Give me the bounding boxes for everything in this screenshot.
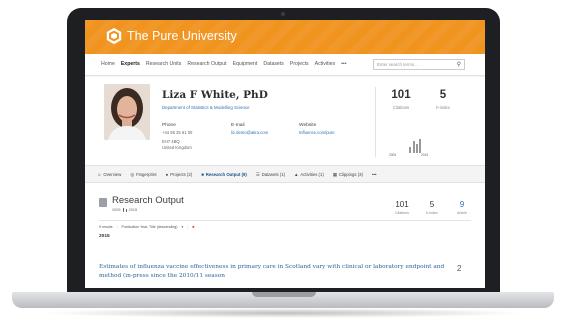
bar-icon [122, 208, 124, 212]
tab-activities[interactable]: ▲ Activities (1) [294, 172, 324, 178]
website-label: Website [299, 123, 317, 128]
tab-overview[interactable]: ☺ Overview [97, 172, 121, 178]
nav-item-equipment[interactable]: Equipment [233, 61, 258, 67]
publication-title-link[interactable]: Estimates of influenza vaccine effective… [99, 263, 449, 281]
chart-start-label: 2005 [389, 153, 397, 157]
ro-hindex-label: h-index [426, 211, 438, 215]
nav-item-datasets[interactable]: Datasets [263, 61, 283, 67]
hindex-count[interactable]: 5 [423, 89, 463, 101]
profile-card: Liza F White, PhD Department of Statisti… [85, 77, 485, 165]
tab-datasets[interactable]: ☰ Datasets (1) [256, 172, 285, 178]
nav-item-[interactable]: ••• [341, 61, 346, 67]
camera-icon [281, 12, 285, 16]
screen: The Pure University Home Experts Research … [85, 20, 485, 288]
fingerprint-icon: ◎ [130, 172, 135, 177]
projects-icon: ● [165, 172, 169, 177]
profile-name: Liza F White, PhD [162, 89, 268, 101]
hindex-label: h-index [436, 105, 450, 110]
chart-bar [416, 144, 418, 153]
tab-label: ••• [372, 172, 377, 177]
citations-label: Citations [392, 105, 410, 110]
nav-item-activities[interactable]: Activities [315, 61, 335, 67]
metrics-divider [375, 87, 376, 157]
tab-fingerprint[interactable]: ◎ Fingerprint [130, 172, 156, 178]
year-to: 2015 [128, 208, 138, 212]
nav-item-experts[interactable]: Experts [121, 61, 140, 67]
phone-value: +44 56 25 61 00 EH7 4BQ United Kingdom [162, 130, 192, 151]
nav-item-home[interactable]: Home [101, 61, 115, 67]
website-link[interactable]: Influence.com/pure [299, 130, 335, 136]
research-output-title: Research Output [112, 195, 184, 206]
avatar [104, 84, 150, 140]
tab-label: Fingerprint [136, 172, 157, 177]
chart-bar [419, 139, 421, 153]
base-notch [252, 292, 316, 297]
results-count: 9 results [99, 225, 113, 229]
phone-number: +44 56 25 61 00 [162, 130, 193, 135]
publication-citation-count[interactable]: 2 [457, 264, 461, 273]
activities-icon: ▲ [294, 172, 299, 177]
chart-end-label: 2015 [421, 153, 429, 157]
pdf-icon[interactable]: ■ [192, 225, 194, 229]
nav-item-projects[interactable]: Projects [290, 61, 309, 67]
research-output-panel: Research Output 2005 2015 101 Citations … [85, 183, 485, 288]
search-input[interactable]: Enter search terms... ⚲ [373, 59, 465, 70]
profile-tabs: ☺ Overview ◎ Fingerprint ● Projects (2) ■ Resea… [85, 165, 485, 183]
tab-label: Clippings (3) [338, 172, 363, 177]
separator: | [187, 225, 189, 229]
search-icon[interactable]: ⚲ [457, 61, 461, 68]
nav-item-research-output[interactable]: Research Output [187, 61, 226, 67]
brand-title[interactable]: The Pure University [127, 29, 237, 43]
tab-clippings[interactable]: ▦ Clippings (3) [333, 172, 363, 178]
email-link[interactable]: liz.demo@atira.com [231, 130, 268, 136]
tab-research-output[interactable]: ■ Research Output (9) [201, 172, 247, 178]
nav-items: Home Experts Research Units Research Output… [101, 61, 347, 67]
filter-bar: 9 results | Publication Year, Title (des… [99, 225, 194, 229]
divider [99, 220, 471, 221]
logo-icon[interactable] [105, 27, 123, 45]
year-heading: 2015 [99, 234, 110, 239]
search-placeholder: Enter search terms... [377, 62, 418, 67]
bar-icon [125, 209, 127, 212]
tab-label: Datasets (1) [261, 172, 286, 177]
datasets-icon: ☰ [255, 172, 260, 177]
tab-label: Overview [103, 172, 122, 177]
tab-label: Activities (1) [300, 172, 324, 177]
citations-count[interactable]: 101 [381, 89, 421, 101]
nav-item-research-units[interactable]: Research Units [146, 61, 181, 67]
clippings-icon: ▦ [332, 172, 337, 177]
chart-bar [413, 141, 415, 153]
main-nav: Home Experts Research Units Research Output… [85, 54, 485, 76]
chart-bar [409, 147, 411, 153]
separator: | [116, 225, 118, 229]
person-icon: ☺ [97, 172, 102, 177]
laptop: The Pure University Home Experts Research … [0, 0, 566, 330]
ro-hindex-count[interactable]: 5 [417, 200, 447, 209]
activity-chart[interactable]: 2005 2015 [385, 137, 445, 157]
ro-citations-label: Citations [395, 211, 409, 215]
tab-label: Projects (2) [170, 172, 193, 177]
tab-more[interactable]: ••• [372, 172, 377, 178]
tab-items: ☺ Overview ◎ Fingerprint ● Projects (2) ■ Resea… [97, 172, 377, 178]
year-from: 2005 [112, 208, 121, 212]
book-icon [99, 198, 107, 207]
ro-articles-count[interactable]: 9 [447, 200, 477, 209]
department-link[interactable]: Department of Statistics & Modelling Sci… [162, 105, 250, 110]
laptop-base [12, 292, 554, 308]
tab-projects[interactable]: ● Projects (2) [166, 172, 193, 178]
year-range: 2005 2015 [112, 208, 137, 212]
ro-articles-label: Article [457, 211, 467, 215]
phone-label: Phone [162, 123, 176, 128]
address-line-2: United Kingdom [162, 145, 192, 150]
sort-dropdown[interactable]: Publication Year, Title (descending) [122, 225, 178, 229]
email-label: E-mail [231, 123, 245, 128]
header-bar: The Pure University [85, 20, 485, 54]
laptop-shadow [40, 308, 526, 318]
ro-citations-count[interactable]: 101 [387, 200, 417, 209]
chevron-down-icon[interactable]: ▾ [181, 225, 183, 229]
tab-label: Research Output (9) [205, 172, 247, 177]
book-icon: ■ [201, 172, 204, 177]
